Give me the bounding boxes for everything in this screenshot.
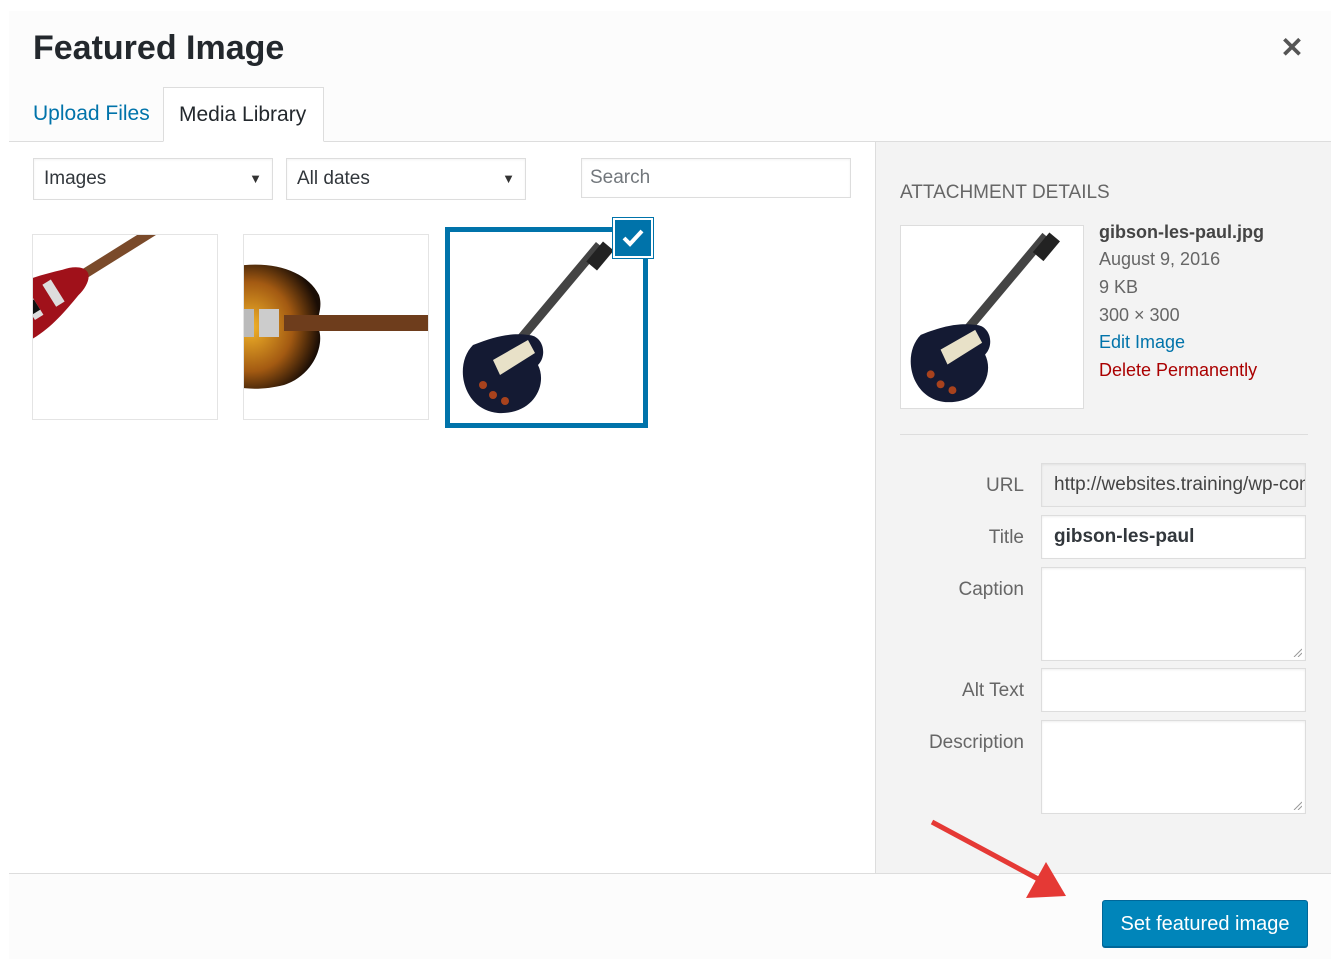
caption-label: Caption	[958, 579, 1025, 600]
les-paul-image	[462, 241, 614, 414]
modal-title: Featured Image	[33, 29, 285, 67]
attachment-dimensions: 300 × 300	[1099, 305, 1180, 325]
attachment-date: August 9, 2016	[1099, 249, 1221, 269]
details-divider	[900, 434, 1308, 435]
tab-upload-files[interactable]: Upload Files	[18, 87, 165, 141]
date-filter-value: All dates	[297, 168, 370, 189]
attachment-thumb-sunburst-guitar[interactable]	[243, 234, 429, 420]
resize-grip-icon[interactable]	[1292, 647, 1302, 657]
media-modal: Featured Image ✕ Upload Files Media Libr…	[9, 11, 1331, 959]
attachment-filename: gibson-les-paul.jpg	[1099, 222, 1264, 242]
red-guitar-image	[33, 235, 191, 353]
dropdown-arrow-icon: ▼	[502, 171, 515, 186]
title-field[interactable]	[1041, 515, 1306, 559]
description-label: Description	[928, 732, 1024, 753]
sunburst-guitar-image	[244, 264, 428, 389]
type-filter-select[interactable]: Images ▼	[33, 158, 273, 200]
alt-text-label: Alt Text	[962, 680, 1024, 701]
attachment-thumb-red-guitar[interactable]	[32, 234, 218, 420]
delete-permanently-link[interactable]: Delete Permanently	[1099, 360, 1257, 381]
attachment-details-sidebar: ATTACHMENT DETAILS gibson-les-paul.jpg A…	[875, 142, 1331, 873]
modal-header: Featured Image ✕ Upload Files Media Libr…	[9, 11, 1331, 142]
attachment-filesize: 9 KB	[1099, 277, 1139, 297]
les-paul-preview-image	[910, 232, 1060, 403]
type-filter-value: Images	[44, 168, 107, 189]
annotation-arrow-icon	[930, 819, 1066, 898]
search-input[interactable]	[581, 158, 851, 198]
set-featured-image-button[interactable]: Set featured image	[1102, 900, 1308, 947]
date-filter-select[interactable]: All dates ▼	[286, 158, 526, 200]
alt-text-field[interactable]	[1041, 668, 1306, 712]
tab-media-library[interactable]: Media Library	[163, 87, 324, 142]
attachment-details-heading: ATTACHMENT DETAILS	[900, 182, 1110, 203]
modal-footer: Set featured image	[9, 873, 1331, 959]
edit-image-link[interactable]: Edit Image	[1099, 332, 1185, 353]
url-label: URL	[985, 475, 1024, 496]
media-browser: Images ▼ All dates ▼	[9, 142, 874, 873]
caption-textarea[interactable]	[1041, 567, 1306, 661]
url-field[interactable]: http://websites.training/wp-content/uplo…	[1041, 463, 1306, 507]
close-icon[interactable]: ✕	[1277, 33, 1307, 63]
title-label: Title	[988, 527, 1024, 548]
selected-check-icon[interactable]	[613, 218, 653, 258]
dropdown-arrow-icon: ▼	[249, 171, 262, 186]
attachment-preview	[900, 225, 1084, 409]
description-textarea[interactable]	[1041, 720, 1306, 814]
resize-grip-icon[interactable]	[1292, 800, 1302, 810]
